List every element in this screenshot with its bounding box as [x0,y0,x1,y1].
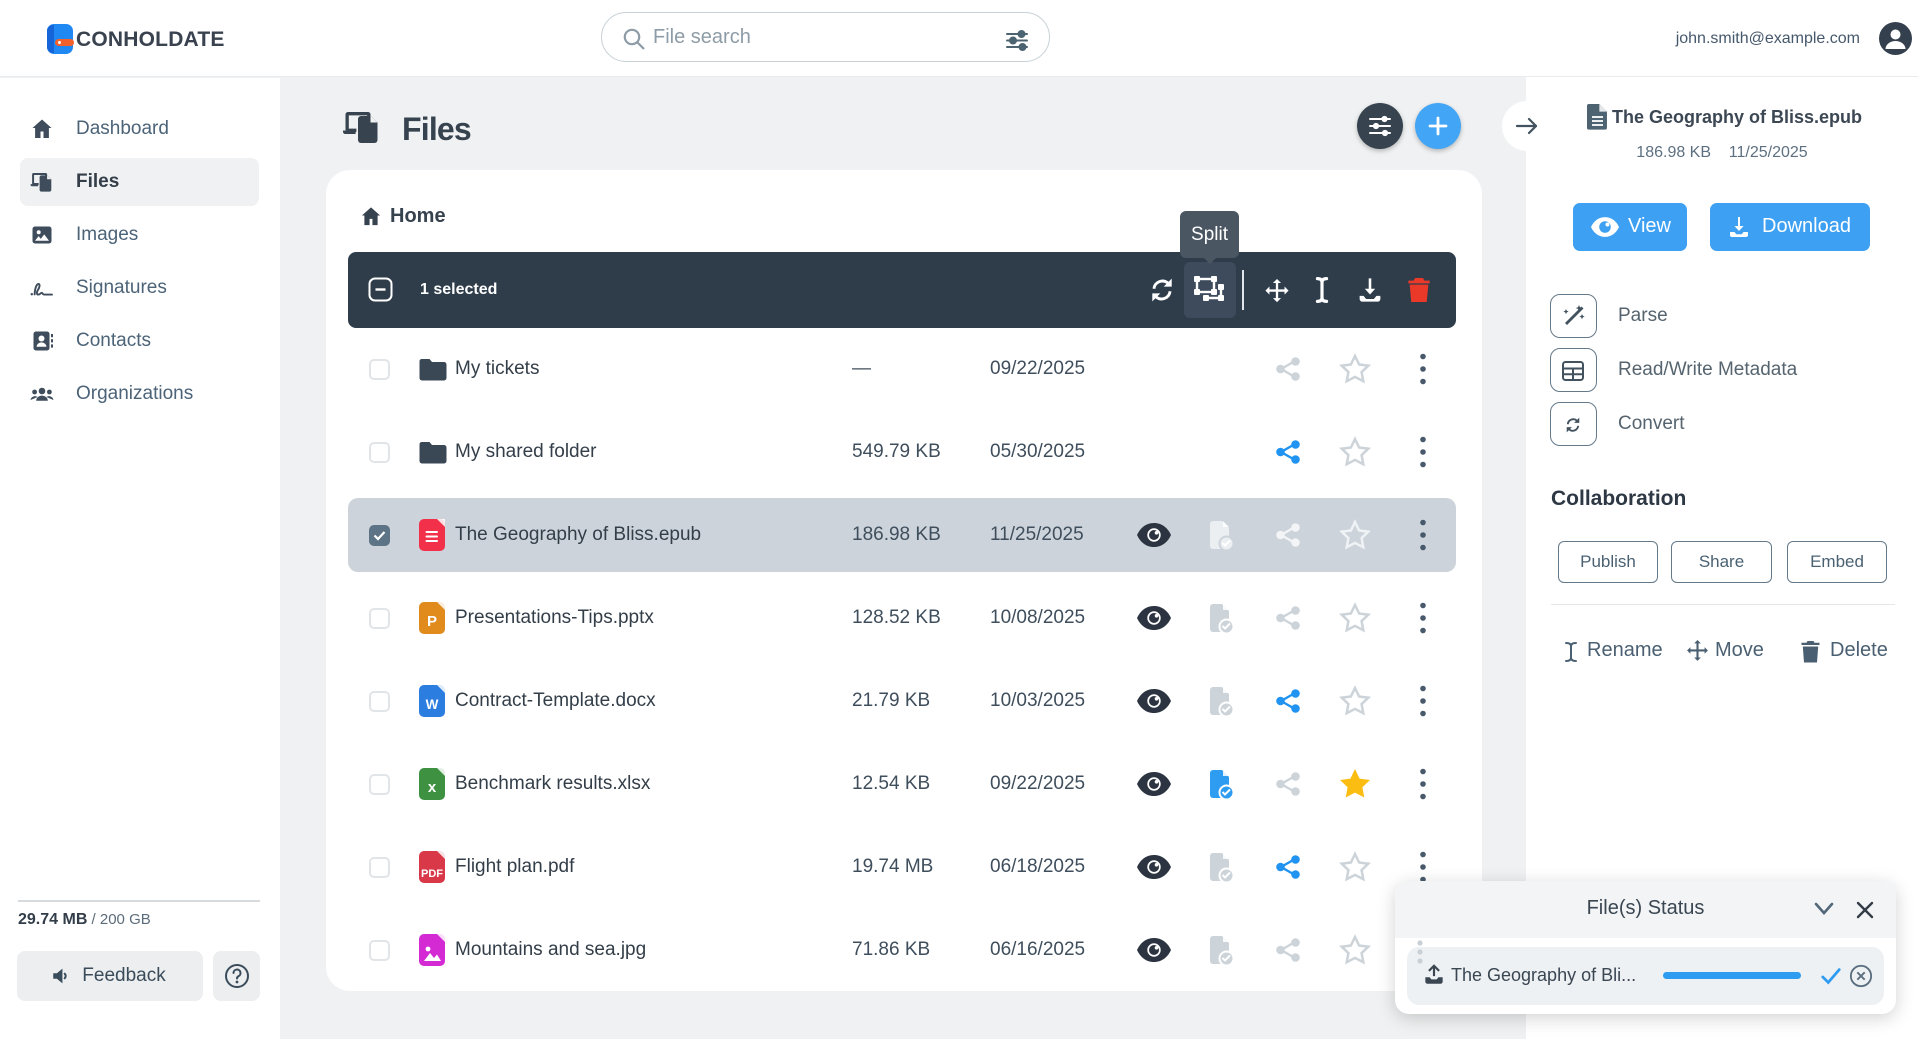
svg-text:W: W [426,697,439,712]
svg-text:P: P [427,613,437,630]
svg-text:PDF: PDF [421,868,443,880]
svg-text:x: x [428,779,437,796]
